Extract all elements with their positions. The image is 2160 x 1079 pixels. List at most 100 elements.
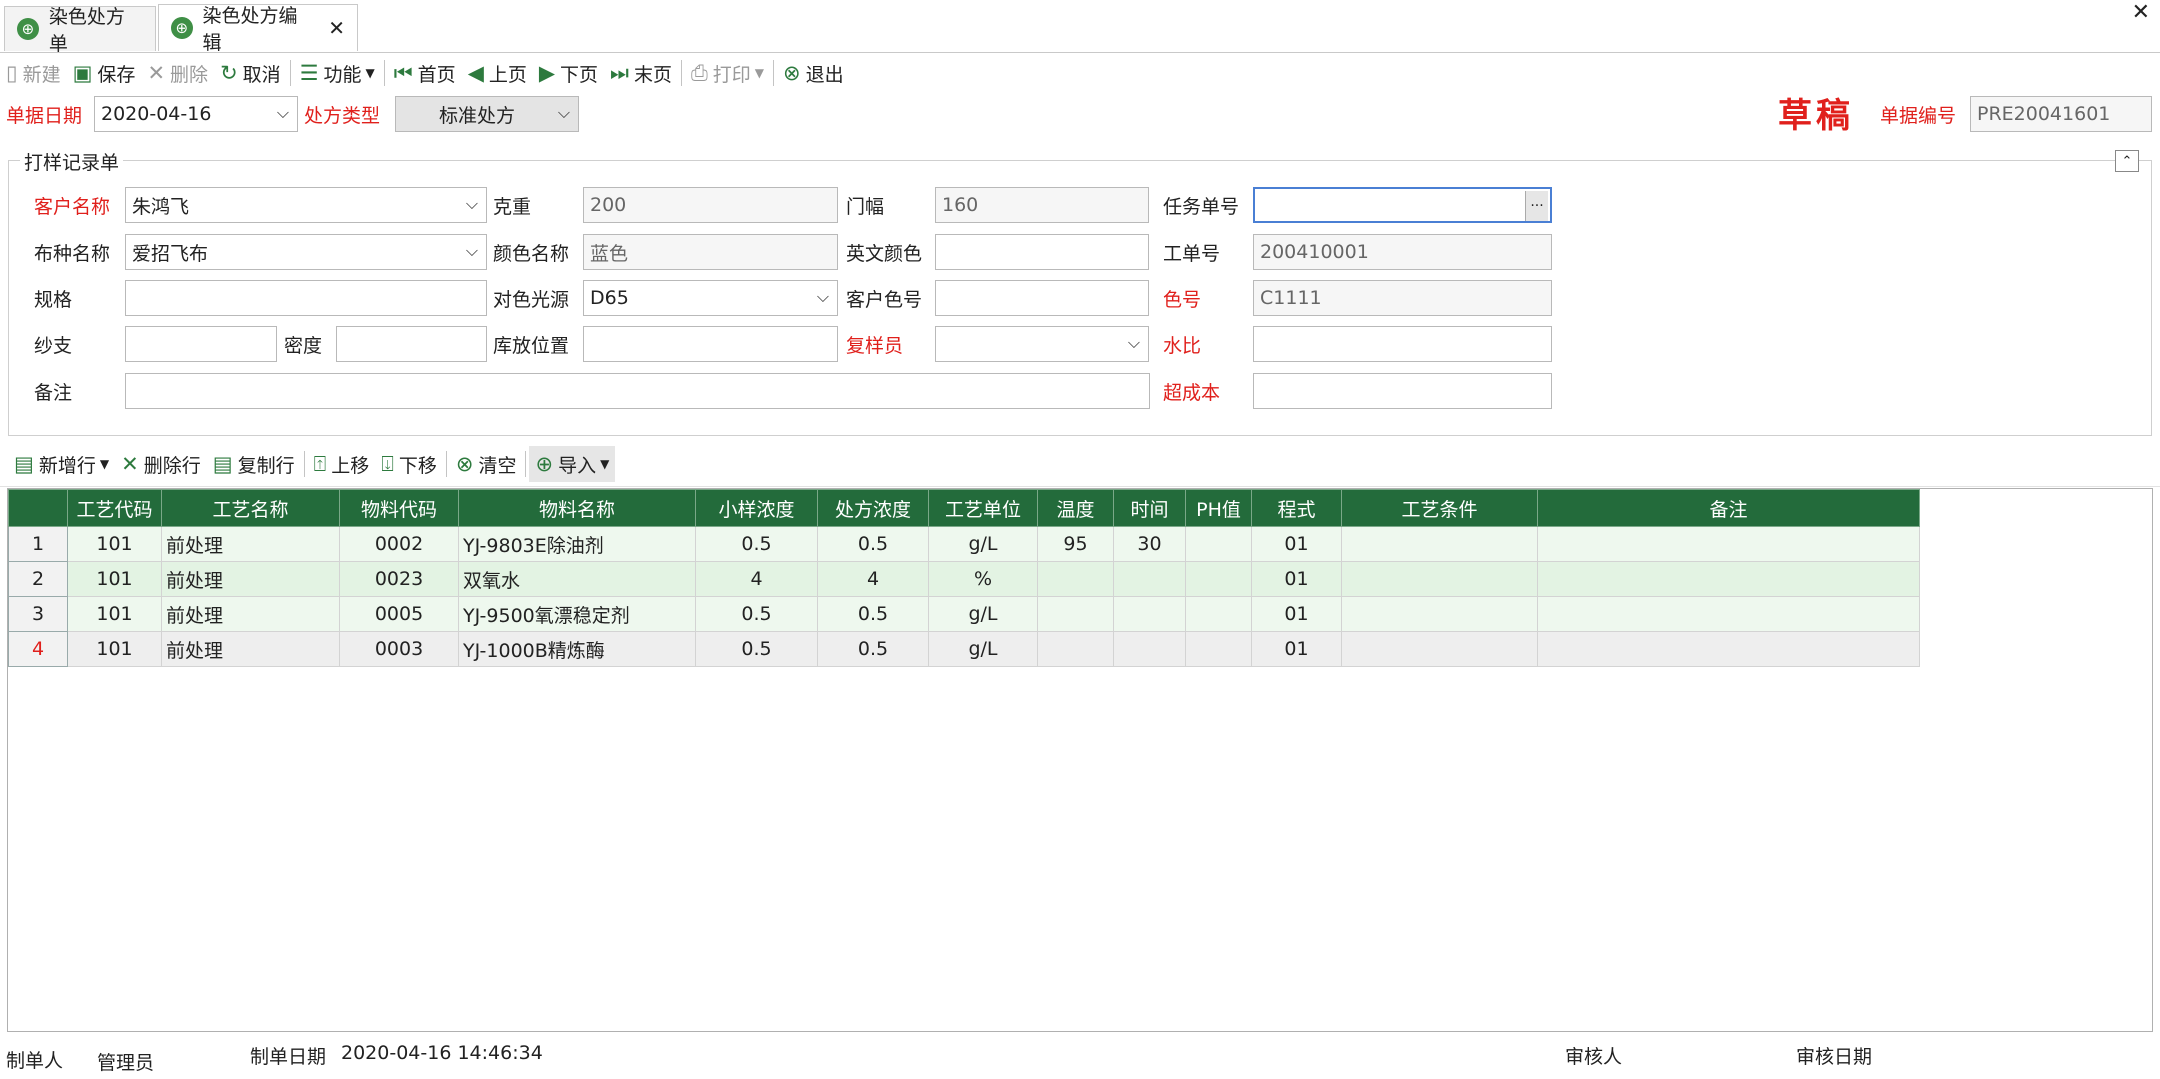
table-cell[interactable]: [1341, 631, 1538, 667]
table-cell[interactable]: [1341, 561, 1538, 597]
first-page-button[interactable]: ⏮ 首页: [388, 55, 462, 91]
table-cell[interactable]: 0.5: [817, 631, 929, 667]
customer-color-field[interactable]: [935, 280, 1149, 316]
row-number[interactable]: 2: [8, 561, 68, 597]
table-cell[interactable]: [1537, 596, 1920, 632]
table-cell[interactable]: 95: [1037, 526, 1114, 562]
table-cell[interactable]: 4: [695, 561, 818, 597]
save-button[interactable]: ▣ 保存: [67, 55, 142, 91]
ellipsis-icon[interactable]: ···: [1525, 191, 1548, 221]
column-header[interactable]: PH值: [1185, 489, 1252, 527]
english-color-field[interactable]: [935, 234, 1149, 270]
table-cell[interactable]: 前处理: [161, 561, 340, 597]
table-cell[interactable]: [1537, 631, 1920, 667]
table-cell[interactable]: [1537, 526, 1920, 562]
table-cell[interactable]: [1113, 561, 1186, 597]
table-cell[interactable]: [1113, 596, 1186, 632]
density-field[interactable]: [336, 326, 487, 362]
tab-dyeing-recipe-list[interactable]: ⊕ 染色处方单: [4, 6, 156, 55]
over-cost-field[interactable]: [1253, 373, 1552, 409]
table-row[interactable]: 3 101 前处理 0005 YJ-9500氧漂稳定剂 0.5 0.5 g/L …: [8, 596, 1920, 632]
tab-dyeing-recipe-edit[interactable]: ⊕ 染色处方编辑 ✕: [158, 4, 358, 54]
date-field[interactable]: 2020-04-16 ⌵: [94, 96, 298, 132]
spec-field[interactable]: [125, 280, 487, 316]
table-cell[interactable]: 前处理: [161, 596, 340, 632]
table-cell[interactable]: 01: [1251, 526, 1342, 562]
table-cell[interactable]: 0.5: [695, 596, 818, 632]
table-cell[interactable]: 0.5: [817, 596, 929, 632]
table-cell[interactable]: %: [928, 561, 1038, 597]
weight-field[interactable]: 200: [583, 187, 838, 223]
table-cell[interactable]: [1341, 526, 1538, 562]
table-cell[interactable]: 01: [1251, 596, 1342, 632]
table-cell[interactable]: 0003: [339, 631, 459, 667]
column-header[interactable]: 温度: [1037, 489, 1114, 527]
table-cell[interactable]: g/L: [928, 526, 1038, 562]
new-button[interactable]: ▯ 新建: [0, 55, 67, 91]
table-cell[interactable]: 0.5: [695, 631, 818, 667]
clear-button[interactable]: ⊗ 清空: [450, 446, 523, 482]
close-icon[interactable]: ✕: [328, 16, 345, 40]
column-header[interactable]: [8, 489, 68, 527]
row-number[interactable]: 3: [8, 596, 68, 632]
table-cell[interactable]: 101: [67, 561, 162, 597]
table-cell[interactable]: 双氧水: [458, 561, 696, 597]
table-cell[interactable]: 0002: [339, 526, 459, 562]
table-cell[interactable]: [1185, 526, 1252, 562]
table-cell[interactable]: [1037, 631, 1114, 667]
storage-field[interactable]: [583, 326, 838, 362]
table-cell[interactable]: 101: [67, 526, 162, 562]
work-order-field[interactable]: 200410001: [1253, 234, 1552, 270]
row-number[interactable]: 4: [8, 631, 68, 667]
column-header[interactable]: 工艺条件: [1341, 489, 1538, 527]
column-header[interactable]: 工艺代码: [67, 489, 162, 527]
table-cell[interactable]: 101: [67, 596, 162, 632]
table-cell[interactable]: [1037, 596, 1114, 632]
row-number[interactable]: 1: [8, 526, 68, 562]
table-cell[interactable]: 0.5: [695, 526, 818, 562]
column-header[interactable]: 工艺名称: [161, 489, 340, 527]
column-header[interactable]: 物料名称: [458, 489, 696, 527]
table-cell[interactable]: g/L: [928, 631, 1038, 667]
table-row[interactable]: 4 101 前处理 0003 YJ-1000B精炼酶 0.5 0.5 g/L 0…: [8, 631, 1920, 667]
delete-button[interactable]: ✕ 删除: [141, 55, 214, 91]
water-ratio-field[interactable]: [1253, 326, 1552, 362]
table-cell[interactable]: YJ-9500氧漂稳定剂: [458, 596, 696, 632]
table-cell[interactable]: g/L: [928, 596, 1038, 632]
table-cell[interactable]: [1537, 561, 1920, 597]
table-row[interactable]: 2 101 前处理 0023 双氧水 4 4 % 01: [8, 561, 1920, 597]
table-cell[interactable]: YJ-1000B精炼酶: [458, 631, 696, 667]
color-number-field[interactable]: C1111: [1253, 280, 1552, 316]
next-page-button[interactable]: ▶ 下页: [533, 55, 604, 91]
table-cell[interactable]: [1185, 596, 1252, 632]
table-cell[interactable]: 4: [817, 561, 929, 597]
table-cell[interactable]: 01: [1251, 631, 1342, 667]
table-cell[interactable]: YJ-9803E除油剂: [458, 526, 696, 562]
table-cell[interactable]: 101: [67, 631, 162, 667]
function-menu-button[interactable]: ☰ 功能 ▼: [294, 55, 381, 91]
table-cell[interactable]: [1185, 561, 1252, 597]
remark-field[interactable]: [125, 373, 1150, 409]
table-cell[interactable]: 30: [1113, 526, 1186, 562]
prev-page-button[interactable]: ◀ 上页: [462, 55, 533, 91]
column-header[interactable]: 备注: [1537, 489, 1920, 527]
table-cell[interactable]: [1341, 596, 1538, 632]
print-button[interactable]: ⎙ 打印 ▼: [685, 55, 770, 91]
recipe-type-select[interactable]: 标准处方 ⌵: [395, 96, 579, 132]
import-button[interactable]: ⊕ 导入 ▼: [529, 446, 616, 482]
table-cell[interactable]: 0.5: [817, 526, 929, 562]
table-cell[interactable]: [1037, 561, 1114, 597]
copy-row-button[interactable]: ▤ 复制行: [207, 446, 301, 482]
doc-number-field[interactable]: PRE20041601: [1970, 96, 2152, 132]
table-cell[interactable]: 前处理: [161, 526, 340, 562]
column-header[interactable]: 工艺单位: [928, 489, 1038, 527]
color-name-field[interactable]: 蓝色: [583, 234, 838, 270]
column-header[interactable]: 程式: [1251, 489, 1342, 527]
exit-button[interactable]: ⊗ 退出: [777, 55, 850, 91]
table-row[interactable]: 1 101 前处理 0002 YJ-9803E除油剂 0.5 0.5 g/L 9…: [8, 526, 1920, 562]
last-page-button[interactable]: ⏭ 末页: [604, 55, 678, 91]
window-close-icon[interactable]: ✕: [2132, 0, 2150, 25]
move-down-button[interactable]: ⍗ 下移: [375, 446, 443, 482]
table-cell[interactable]: 前处理: [161, 631, 340, 667]
delete-row-button[interactable]: ✕ 删除行: [115, 446, 207, 482]
